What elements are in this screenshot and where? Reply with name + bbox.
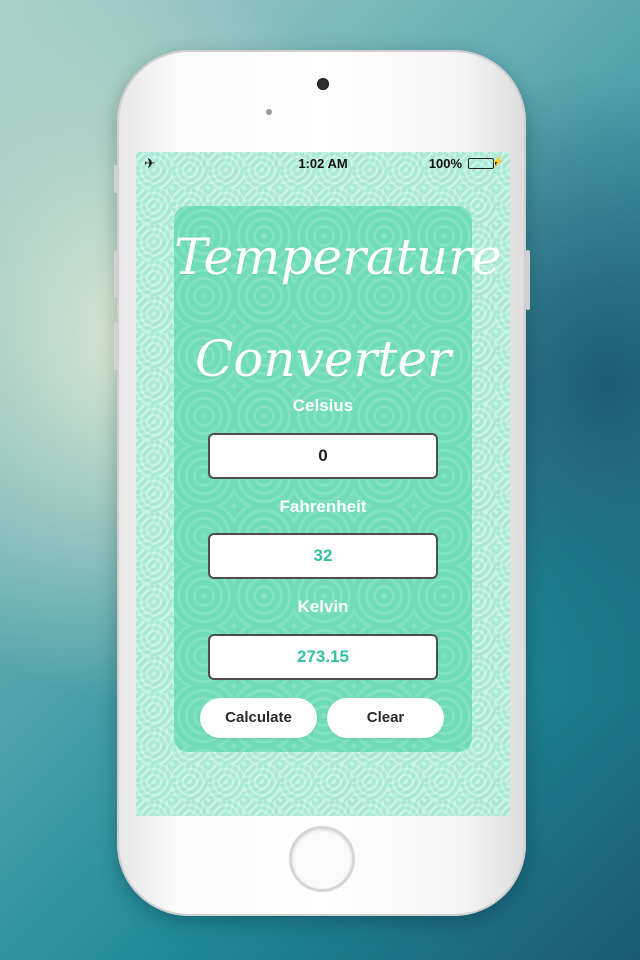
kelvin-field[interactable]: 273.15 <box>208 634 438 680</box>
volume-down-button <box>114 322 118 370</box>
sensor-icon <box>266 109 272 115</box>
kelvin-label: Kelvin <box>297 597 349 616</box>
battery-percent: 100% <box>428 156 462 171</box>
volume-up-button <box>114 250 118 298</box>
title-line-2: Converter <box>195 330 451 388</box>
mute-switch <box>114 165 118 193</box>
battery-icon <box>468 158 497 169</box>
front-camera-icon <box>317 78 329 90</box>
home-button[interactable] <box>289 826 355 892</box>
clear-button[interactable]: Clear <box>327 698 444 738</box>
celsius-label: Celsius <box>292 396 354 415</box>
status-bar: ✈ 1:02 AM 100% ⚡ <box>136 152 510 176</box>
converter-card: Temperature Converter Celsius 0 Fahrenhe… <box>174 206 502 752</box>
fahrenheit-label: Fahrenheit <box>279 497 367 516</box>
charging-icon: ⚡ <box>491 156 505 168</box>
fahrenheit-field[interactable]: 32 <box>208 533 438 579</box>
celsius-input[interactable]: 0 <box>208 433 438 479</box>
power-button <box>526 250 530 310</box>
calculate-button[interactable]: Calculate <box>200 698 317 738</box>
title-line-1: Temperature <box>174 228 502 286</box>
app-screen: ✈ 1:02 AM 100% ⚡ Temperature Converter C… <box>136 152 510 816</box>
